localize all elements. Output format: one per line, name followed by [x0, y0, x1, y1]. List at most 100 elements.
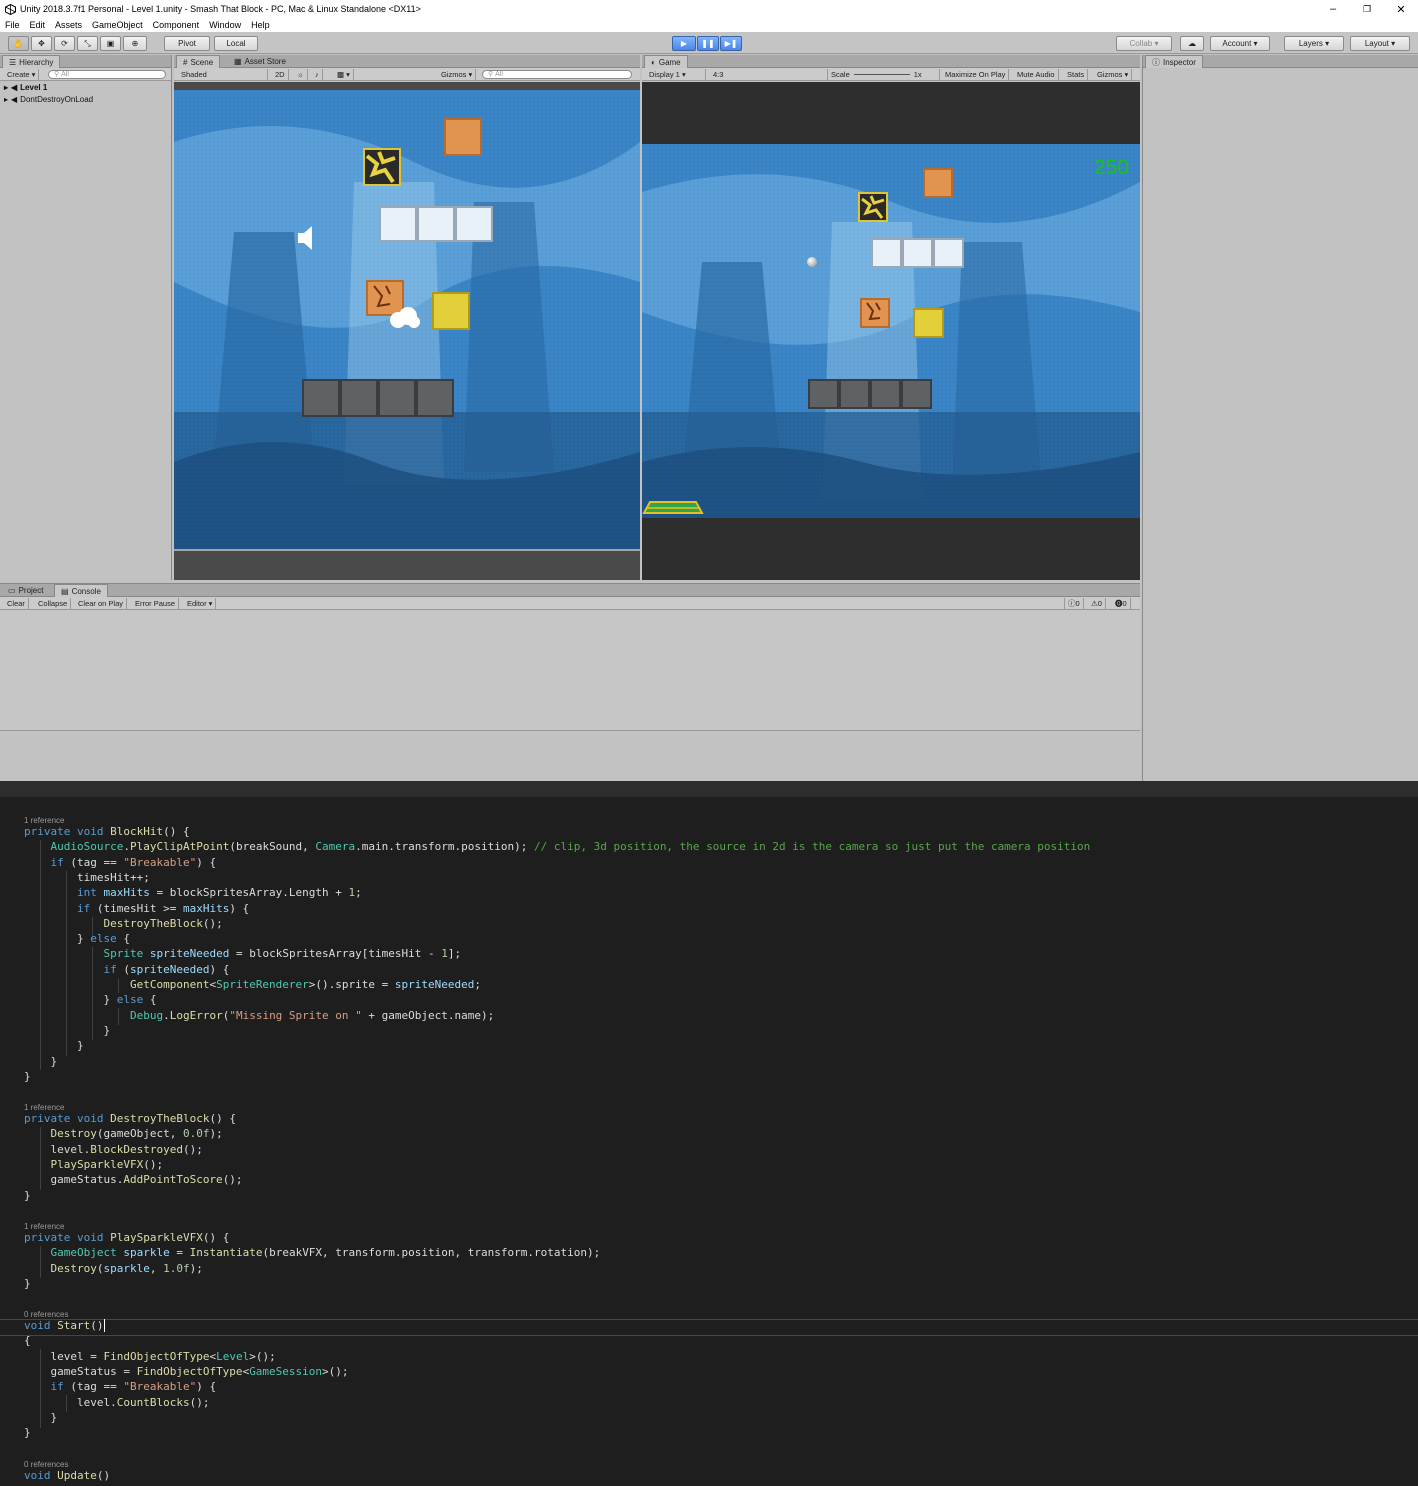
- console-splitter[interactable]: [0, 730, 1140, 731]
- code-line[interactable]: AudioSource.PlayClipAtPoint(breakSound, …: [24, 839, 1091, 854]
- scale-slider[interactable]: Scale 1x: [828, 69, 940, 80]
- gray-block[interactable]: [378, 379, 416, 417]
- code-line[interactable]: private void DestroyTheBlock() {: [24, 1111, 236, 1126]
- code-line[interactable]: PlaySparkleVFX();: [24, 1157, 164, 1172]
- code-line[interactable]: Destroy(gameObject, 0.0f);: [24, 1126, 223, 1141]
- code-line[interactable]: private void PlaySparkleVFX() {: [24, 1230, 229, 1245]
- tab-inspector[interactable]: ⓘ Inspector: [1145, 55, 1203, 68]
- tab-asset-store[interactable]: ▦ Asset Store: [228, 55, 292, 68]
- stats-toggle[interactable]: Stats: [1064, 69, 1089, 80]
- collab-dropdown[interactable]: Collab ▾: [1116, 36, 1172, 51]
- rotate-tool-button[interactable]: ⟳: [54, 36, 75, 51]
- pause-button[interactable]: ❚❚: [697, 36, 719, 51]
- aspect-dropdown[interactable]: 4:3: [710, 69, 828, 80]
- code-line[interactable]: Sprite spriteNeeded = blockSpritesArray[…: [24, 946, 461, 961]
- code-line[interactable]: Destroy(sparkle, 1.0f);: [24, 1261, 203, 1276]
- code-line[interactable]: } else {: [24, 931, 130, 946]
- editor-dropdown[interactable]: Editor ▾: [184, 598, 217, 609]
- code-line[interactable]: }: [24, 1425, 31, 1440]
- code-line[interactable]: }: [24, 1069, 31, 1084]
- hand-tool-button[interactable]: ✋: [8, 36, 29, 51]
- code-line[interactable]: if (timesHit >= maxHits) {: [24, 901, 249, 916]
- code-line[interactable]: DestroyTheBlock();: [24, 916, 222, 931]
- info-filter-toggle[interactable]: ⓘ 0: [1064, 598, 1084, 609]
- menu-edit[interactable]: Edit: [30, 20, 46, 30]
- menu-help[interactable]: Help: [251, 20, 270, 30]
- local-toggle[interactable]: Local: [214, 36, 258, 51]
- clear-on-play-toggle[interactable]: Clear on Play: [75, 598, 128, 609]
- code-line[interactable]: GameObject sparkle = Instantiate(breakVF…: [24, 1245, 601, 1260]
- layout-dropdown[interactable]: Layout ▾: [1350, 36, 1410, 51]
- clear-button[interactable]: Clear: [4, 598, 29, 609]
- move-tool-button[interactable]: ✥: [31, 36, 52, 51]
- cloud-button[interactable]: ☁: [1180, 36, 1204, 51]
- menu-assets[interactable]: Assets: [55, 20, 82, 30]
- cracked-unbreakable-block[interactable]: [363, 148, 401, 186]
- error-filter-toggle[interactable]: ⓿0: [1112, 598, 1131, 609]
- warning-filter-toggle[interactable]: ⚠ 0: [1088, 598, 1106, 609]
- code-line[interactable]: }: [24, 1188, 31, 1203]
- scene-gizmos-dropdown[interactable]: Gizmos ▾: [438, 69, 477, 80]
- collapse-toggle[interactable]: Collapse: [35, 598, 72, 609]
- maximize-button[interactable]: ❐: [1350, 0, 1384, 18]
- tab-hierarchy[interactable]: ☰ Hierarchy: [2, 55, 61, 68]
- hierarchy-item-level-1[interactable]: ▸ ◀ Level 1: [4, 82, 47, 93]
- minimize-button[interactable]: –: [1316, 0, 1350, 18]
- code-line[interactable]: private void BlockHit() {: [24, 824, 190, 839]
- layers-dropdown[interactable]: Layers ▾: [1284, 36, 1344, 51]
- code-line[interactable]: }: [24, 1054, 57, 1069]
- menu-gameobject[interactable]: GameObject: [92, 20, 143, 30]
- white-block[interactable]: [455, 206, 493, 242]
- maximize-on-play-toggle[interactable]: Maximize On Play: [942, 69, 1010, 80]
- code-line[interactable]: int maxHits = blockSpritesArray.Length +…: [24, 885, 362, 900]
- code-line[interactable]: void Start(): [24, 1318, 105, 1333]
- particle-system-icon[interactable]: [386, 304, 422, 330]
- transform-tool-button[interactable]: ⊕: [123, 36, 147, 51]
- play-button[interactable]: ▶: [672, 36, 696, 51]
- console-log-area[interactable]: [0, 610, 1140, 730]
- menu-component[interactable]: Component: [153, 20, 200, 30]
- code-line[interactable]: level.BlockDestroyed();: [24, 1142, 202, 1157]
- tab-game[interactable]: ◐ Game: [644, 55, 688, 68]
- orange-block[interactable]: [444, 118, 482, 156]
- create-dropdown[interactable]: Create ▾: [4, 69, 40, 80]
- tab-console[interactable]: ▤ Console: [54, 584, 108, 597]
- gray-block[interactable]: [416, 379, 454, 417]
- gray-block[interactable]: [302, 379, 340, 417]
- game-viewport[interactable]: 250: [642, 82, 1140, 580]
- code-line[interactable]: void Update(): [24, 1468, 110, 1483]
- code-line[interactable]: level.CountBlocks();: [24, 1395, 209, 1410]
- hierarchy-item-dontdestroyonload[interactable]: ▸ ◀ DontDestroyOnLoad: [4, 94, 93, 105]
- rect-tool-button[interactable]: ▣: [100, 36, 121, 51]
- code-line[interactable]: }: [24, 1410, 57, 1425]
- scale-tool-button[interactable]: ⤡: [77, 36, 98, 51]
- menu-file[interactable]: File: [5, 20, 20, 30]
- code-line[interactable]: level = FindObjectOfType<Level>();: [24, 1349, 275, 1364]
- 2d-toggle[interactable]: 2D: [272, 69, 289, 80]
- code-line[interactable]: GetComponent<SpriteRenderer>().sprite = …: [24, 977, 481, 992]
- code-line[interactable]: timesHit++;: [24, 870, 150, 885]
- code-editor[interactable]: 1 reference 1 reference 1 reference 0 refer…: [0, 797, 1418, 1486]
- lighting-toggle[interactable]: ☼: [294, 69, 308, 80]
- code-line[interactable]: gameStatus = FindObjectOfType<GameSessio…: [24, 1364, 348, 1379]
- gray-block[interactable]: [340, 379, 378, 417]
- effects-dropdown[interactable]: ▩ ▾: [334, 69, 354, 80]
- error-pause-toggle[interactable]: Error Pause: [132, 598, 180, 609]
- audio-source-icon[interactable]: [296, 224, 318, 252]
- yellow-block[interactable]: [432, 292, 470, 330]
- code-line[interactable]: {: [24, 1333, 31, 1348]
- scene-search-input[interactable]: ⚲ All: [482, 70, 632, 79]
- code-line[interactable]: }: [24, 1038, 84, 1053]
- audio-toggle[interactable]: ♪: [312, 69, 323, 80]
- scene-viewport[interactable]: [174, 82, 640, 580]
- hierarchy-search-input[interactable]: ⚲ All: [48, 70, 166, 79]
- code-line[interactable]: }: [24, 1276, 31, 1291]
- step-button[interactable]: ▶❚: [720, 36, 742, 51]
- code-line[interactable]: Debug.LogError("Missing Sprite on " + ga…: [24, 1008, 494, 1023]
- code-line[interactable]: if (spriteNeeded) {: [24, 962, 229, 977]
- code-line[interactable]: } else {: [24, 992, 156, 1007]
- menu-window[interactable]: Window: [209, 20, 241, 30]
- tab-scene[interactable]: # Scene: [176, 55, 221, 68]
- code-line[interactable]: }: [24, 1023, 110, 1038]
- pivot-toggle[interactable]: Pivot: [164, 36, 210, 51]
